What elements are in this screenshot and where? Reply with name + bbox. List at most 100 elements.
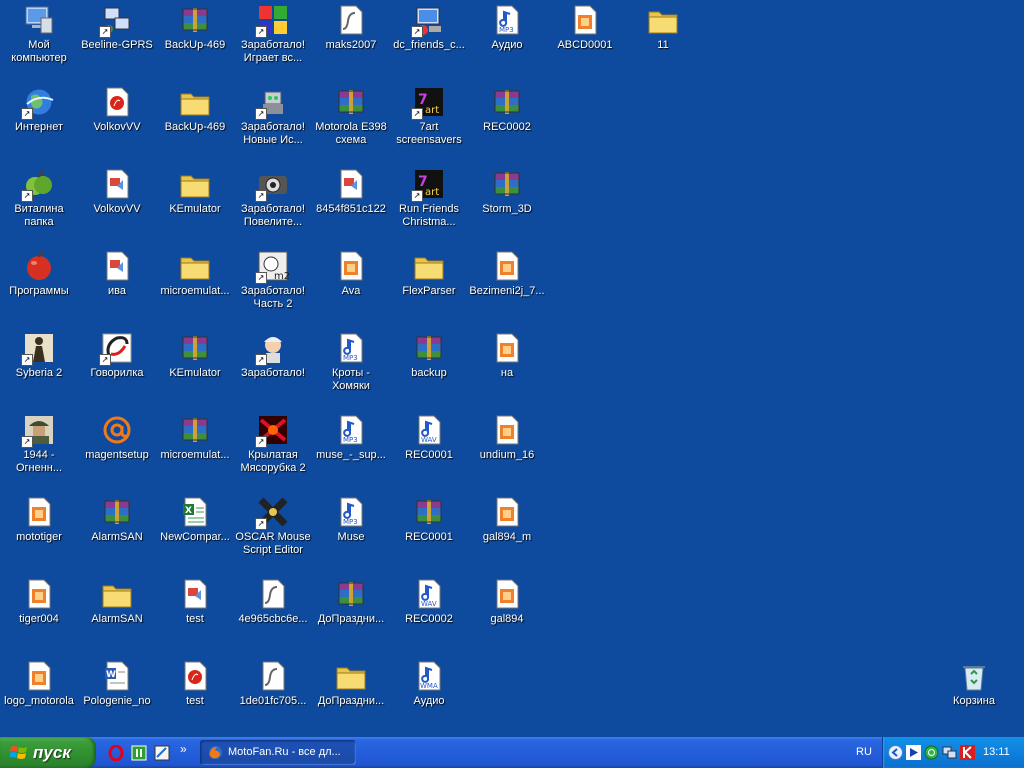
desktop-icon-label: backup: [411, 367, 447, 379]
desktop-icon[interactable]: 11: [624, 2, 702, 80]
desktop-icon[interactable]: magentsetup: [78, 412, 156, 490]
opera-icon[interactable]: [108, 745, 124, 761]
desktop-icon[interactable]: ↗ OSCAR Mouse Script Editor: [234, 494, 312, 572]
desktop-icon[interactable]: MP3 Аудио: [468, 2, 546, 80]
desktop-icon[interactable]: ABCD0001: [546, 2, 624, 80]
desktop-icon[interactable]: KEmulator: [156, 166, 234, 244]
desktop-icon[interactable]: BackUp-469: [156, 2, 234, 80]
desktop-icon[interactable]: ↗ Интернет: [0, 84, 78, 162]
desktop-icon[interactable]: Storm_3D: [468, 166, 546, 244]
network-icon[interactable]: [942, 745, 957, 760]
desktop-icon[interactable]: test: [156, 576, 234, 654]
desktop-icon[interactable]: REC0001: [390, 494, 468, 572]
desktop-icon[interactable]: MP3 Кроты - Хомяки: [312, 330, 390, 408]
desktop-icon[interactable]: Ava: [312, 248, 390, 326]
task-button-motofan[interactable]: MotoFan.Ru - все дл...: [200, 740, 356, 765]
desktop-icon[interactable]: Корзина: [935, 658, 1013, 736]
winrar-icon: [335, 578, 367, 610]
desktop-icon[interactable]: KEmulator: [156, 330, 234, 408]
desktop-icon[interactable]: VolkovVV: [78, 84, 156, 162]
desktop-icon-label: Корзина: [953, 695, 995, 707]
clock[interactable]: 13:11: [983, 737, 1010, 768]
notepad-icon[interactable]: [154, 745, 170, 761]
desktop-icon[interactable]: ДоПраздни...: [312, 576, 390, 654]
svg-text:MP3: MP3: [499, 26, 514, 34]
desktop-icon[interactable]: ↗ Syberia 2: [0, 330, 78, 408]
desktop-icon[interactable]: ↗ Виталина папка: [0, 166, 78, 244]
desktop-icon[interactable]: logo_motorola: [0, 658, 78, 736]
icq-icon[interactable]: [131, 745, 147, 761]
folder-icon: [179, 86, 211, 118]
desktop-icon[interactable]: Bezimeni2j_7...: [468, 248, 546, 326]
word-icon: W: [101, 660, 133, 692]
desktop-icon-label: magentsetup: [85, 449, 149, 461]
desktop-icon[interactable]: REC0002: [468, 84, 546, 162]
desktop-icon-label: KEmulator: [169, 367, 221, 379]
desktop-icon[interactable]: ↗ Заработало! Новые Ис...: [234, 84, 312, 162]
kaspersky-icon[interactable]: [960, 745, 975, 760]
desktop-icon-label: FlexParser: [402, 285, 456, 297]
desktop-icon[interactable]: VolkovVV: [78, 166, 156, 244]
desktop-icon[interactable]: Motorola E398 схема: [312, 84, 390, 162]
desktop-icon[interactable]: gal894: [468, 576, 546, 654]
desktop-icon[interactable]: 8454f851c122: [312, 166, 390, 244]
desktop-icon[interactable]: ↗ Заработало! Повелите...: [234, 166, 312, 244]
desktop-icon[interactable]: tiger004: [0, 576, 78, 654]
chevron-icon[interactable]: »: [180, 742, 196, 758]
globe-icon[interactable]: [924, 745, 939, 760]
desktop-icon[interactable]: WAV REC0001: [390, 412, 468, 490]
desktop-icon[interactable]: maks2007: [312, 2, 390, 80]
svg-text:X: X: [185, 506, 192, 516]
svg-text:art: art: [425, 187, 439, 198]
desktop-icon[interactable]: ДоПраздни...: [312, 658, 390, 736]
desktop-icon[interactable]: 7 art ↗ Run Friends Christma...: [390, 166, 468, 244]
desktop-icon[interactable]: MP3 muse_-_sup...: [312, 412, 390, 490]
desktop-icon[interactable]: W Pologenie_no: [78, 658, 156, 736]
start-button[interactable]: пуск: [0, 737, 96, 768]
desktop-icon[interactable]: FlexParser: [390, 248, 468, 326]
ppt-icon: [101, 250, 133, 282]
back-arrow-icon[interactable]: [888, 745, 903, 760]
desktop-icon[interactable]: WAV REC0002: [390, 576, 468, 654]
desktop-icon[interactable]: mototiger: [0, 494, 78, 572]
image-file-icon: [23, 496, 55, 528]
desktop-icon-label: test: [186, 613, 204, 625]
desktop-icon[interactable]: на: [468, 330, 546, 408]
desktop-icon[interactable]: Программы: [0, 248, 78, 326]
desktop-icon[interactable]: ↗ 1944 - Огненн...: [0, 412, 78, 490]
desktop[interactable]: Мой компьютер ↗ Интернет ↗ Виталина папка Про…: [0, 0, 1024, 737]
winrar-icon: [179, 4, 211, 36]
desktop-icon[interactable]: 1de01fc705...: [234, 658, 312, 736]
image-file-icon: [491, 578, 523, 610]
desktop-icon[interactable]: BackUp-469: [156, 84, 234, 162]
desktop-icon[interactable]: backup: [390, 330, 468, 408]
desktop-icon[interactable]: microemulat...: [156, 412, 234, 490]
desktop-icon[interactable]: ↗ dc_friends_c...: [390, 2, 468, 80]
desktop-icon[interactable]: gal894_m: [468, 494, 546, 572]
desktop-icon[interactable]: MP3 Muse: [312, 494, 390, 572]
desktop-icon[interactable]: WMA Аудио: [390, 658, 468, 736]
desktop-icon[interactable]: X NewCompar...: [156, 494, 234, 572]
desktop-icon[interactable]: ива: [78, 248, 156, 326]
desktop-icon[interactable]: AlarmSAN: [78, 494, 156, 572]
desktop-icon[interactable]: ↗ Говорилка: [78, 330, 156, 408]
desktop-icon[interactable]: Мой компьютер: [0, 2, 78, 80]
desktop-icon[interactable]: AlarmSAN: [78, 576, 156, 654]
desktop-icon[interactable]: microemulat...: [156, 248, 234, 326]
desktop-icon[interactable]: m2 ↗ Заработало! Часть 2: [234, 248, 312, 326]
media-player-icon[interactable]: [906, 745, 921, 760]
desktop-icon[interactable]: 4e965cbc6e...: [234, 576, 312, 654]
desktop-icon[interactable]: ↗ Крылатая Мясорубка 2: [234, 412, 312, 490]
desktop-icon[interactable]: ↗ Заработало! Играет вс...: [234, 2, 312, 80]
desktop-icon[interactable]: ↗ Beeline-GPRS: [78, 2, 156, 80]
desktop-icon[interactable]: 7 art ↗ 7art screensavers: [390, 84, 468, 162]
desktop-icon[interactable]: test: [156, 658, 234, 736]
desktop-icon-label: Muse: [337, 531, 365, 543]
winrar-icon: [413, 496, 445, 528]
shortcut-arrow-icon: ↗: [255, 354, 267, 366]
shortcut-arrow-icon: ↗: [255, 190, 267, 202]
desktop-icon[interactable]: undium_16: [468, 412, 546, 490]
language-indicator[interactable]: RU: [856, 737, 872, 768]
desktop-icon[interactable]: ↗ Заработало!: [234, 330, 312, 408]
desktop-icon-label: gal894: [490, 613, 524, 625]
